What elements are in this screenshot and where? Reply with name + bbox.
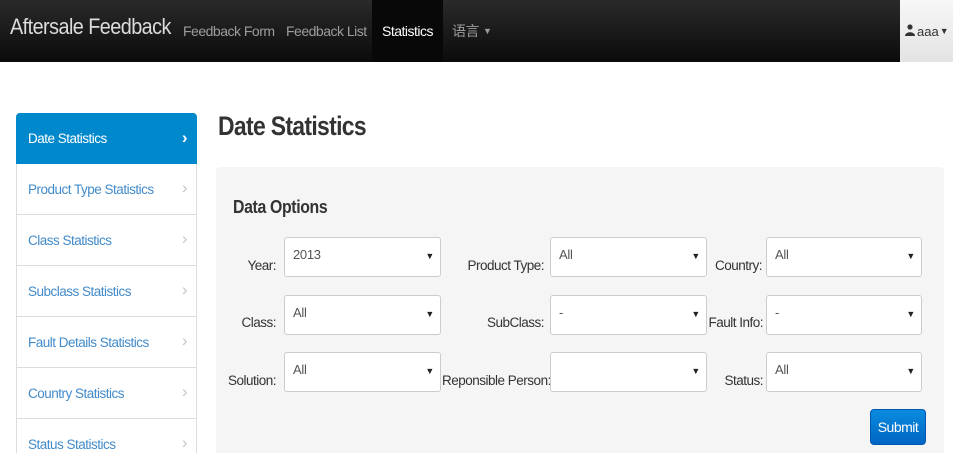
sidebar-item-country-statistics[interactable]: Country Statistics ›	[16, 368, 197, 419]
nav-feedback-form[interactable]: Feedback Form	[173, 0, 285, 62]
product-type-label: Product Type:	[467, 258, 544, 273]
sidebar-item-label: Fault Details Statistics	[28, 334, 149, 350]
caret-down-icon: ▼	[691, 309, 700, 319]
caret-down-icon: ▼	[425, 251, 434, 261]
section-title: Data Options	[233, 197, 328, 217]
statistics-sidebar: Date Statistics › Product Type Statistic…	[16, 113, 197, 453]
sidebar-item-label: Class Statistics	[28, 232, 112, 248]
chevron-right-icon: ›	[181, 382, 188, 401]
fault-info-value: -	[775, 305, 780, 320]
caret-down-icon: ▼	[691, 366, 700, 376]
caret-down-icon: ▼	[906, 251, 915, 261]
product-type-value: All	[559, 247, 573, 262]
country-value: All	[775, 247, 789, 262]
solution-select[interactable]: All ▼	[284, 352, 441, 392]
responsible-person-select[interactable]: ▼	[550, 352, 707, 392]
subclass-label: SubClass:	[486, 315, 545, 330]
caret-down-icon: ▼	[906, 366, 915, 376]
class-value: All	[293, 305, 307, 320]
class-label: Class:	[241, 315, 276, 330]
sidebar-item-label: Subclass Statistics	[28, 283, 132, 299]
app-brand[interactable]: Aftersale Feedback	[10, 14, 171, 40]
top-navbar: Aftersale Feedback Feedback Form Feedbac…	[0, 0, 953, 62]
chevron-right-icon: ›	[181, 331, 188, 350]
fault-info-select[interactable]: - ▼	[766, 295, 922, 335]
nav-feedback-list[interactable]: Feedback List	[276, 0, 377, 62]
sidebar-item-label: Status Statistics	[28, 436, 116, 452]
year-select[interactable]: 2013 ▼	[284, 237, 441, 277]
year-value: 2013	[293, 247, 321, 262]
chevron-right-icon: ›	[181, 178, 188, 197]
sidebar-item-fault-details-statistics[interactable]: Fault Details Statistics ›	[16, 317, 197, 368]
caret-down-icon: ▼	[425, 366, 434, 376]
class-select[interactable]: All ▼	[284, 295, 441, 335]
page-title: Date Statistics	[218, 111, 367, 141]
user-icon	[905, 23, 915, 39]
responsible-person-label: Reponsible Person:	[442, 373, 551, 388]
chevron-right-icon: ›	[181, 128, 188, 147]
nav-statistics-label: Statistics	[382, 23, 434, 39]
subclass-value: -	[559, 305, 564, 320]
nav-feedback-form-label: Feedback Form	[183, 23, 275, 39]
data-options-panel: Data Options Year: 2013 ▼ Product Type: …	[216, 167, 944, 453]
nav-language-dropdown[interactable]: 语言 ▼	[442, 0, 501, 62]
sidebar-item-label: Country Statistics	[28, 385, 125, 401]
sidebar-item-label: Product Type Statistics	[28, 181, 154, 197]
chevron-right-icon: ›	[181, 229, 188, 248]
year-label: Year:	[247, 258, 276, 273]
country-label: Country:	[714, 258, 763, 273]
submit-button[interactable]: Submit	[870, 409, 926, 445]
status-value: All	[775, 362, 789, 377]
subclass-select[interactable]: - ▼	[550, 295, 707, 335]
sidebar-item-label: Date Statistics	[28, 131, 107, 146]
user-menu[interactable]: aaa ▼	[900, 0, 953, 62]
user-name: aaa	[917, 23, 939, 39]
sidebar-item-status-statistics[interactable]: Status Statistics ›	[16, 419, 197, 453]
caret-down-icon: ▼	[483, 26, 492, 36]
nav-language-label: 语言	[452, 23, 480, 39]
solution-label: Solution:	[227, 373, 277, 388]
status-select[interactable]: All ▼	[766, 352, 922, 392]
nav-statistics[interactable]: Statistics	[372, 0, 444, 62]
caret-down-icon: ▼	[691, 251, 700, 261]
product-type-select[interactable]: All ▼	[550, 237, 707, 277]
sidebar-item-date-statistics[interactable]: Date Statistics ›	[16, 113, 197, 164]
chevron-right-icon: ›	[181, 280, 188, 299]
caret-down-icon: ▼	[906, 309, 915, 319]
solution-value: All	[293, 362, 307, 377]
caret-down-icon: ▼	[939, 26, 949, 36]
status-label: Status:	[724, 373, 763, 388]
fault-info-label: Fault Info:	[708, 315, 763, 330]
sidebar-item-product-type-statistics[interactable]: Product Type Statistics ›	[16, 164, 197, 215]
sidebar-item-class-statistics[interactable]: Class Statistics ›	[16, 215, 197, 266]
country-select[interactable]: All ▼	[766, 237, 922, 277]
caret-down-icon: ▼	[425, 309, 434, 319]
sidebar-item-subclass-statistics[interactable]: Subclass Statistics ›	[16, 266, 197, 317]
nav-feedback-list-label: Feedback List	[286, 23, 367, 39]
chevron-right-icon: ›	[181, 433, 188, 452]
